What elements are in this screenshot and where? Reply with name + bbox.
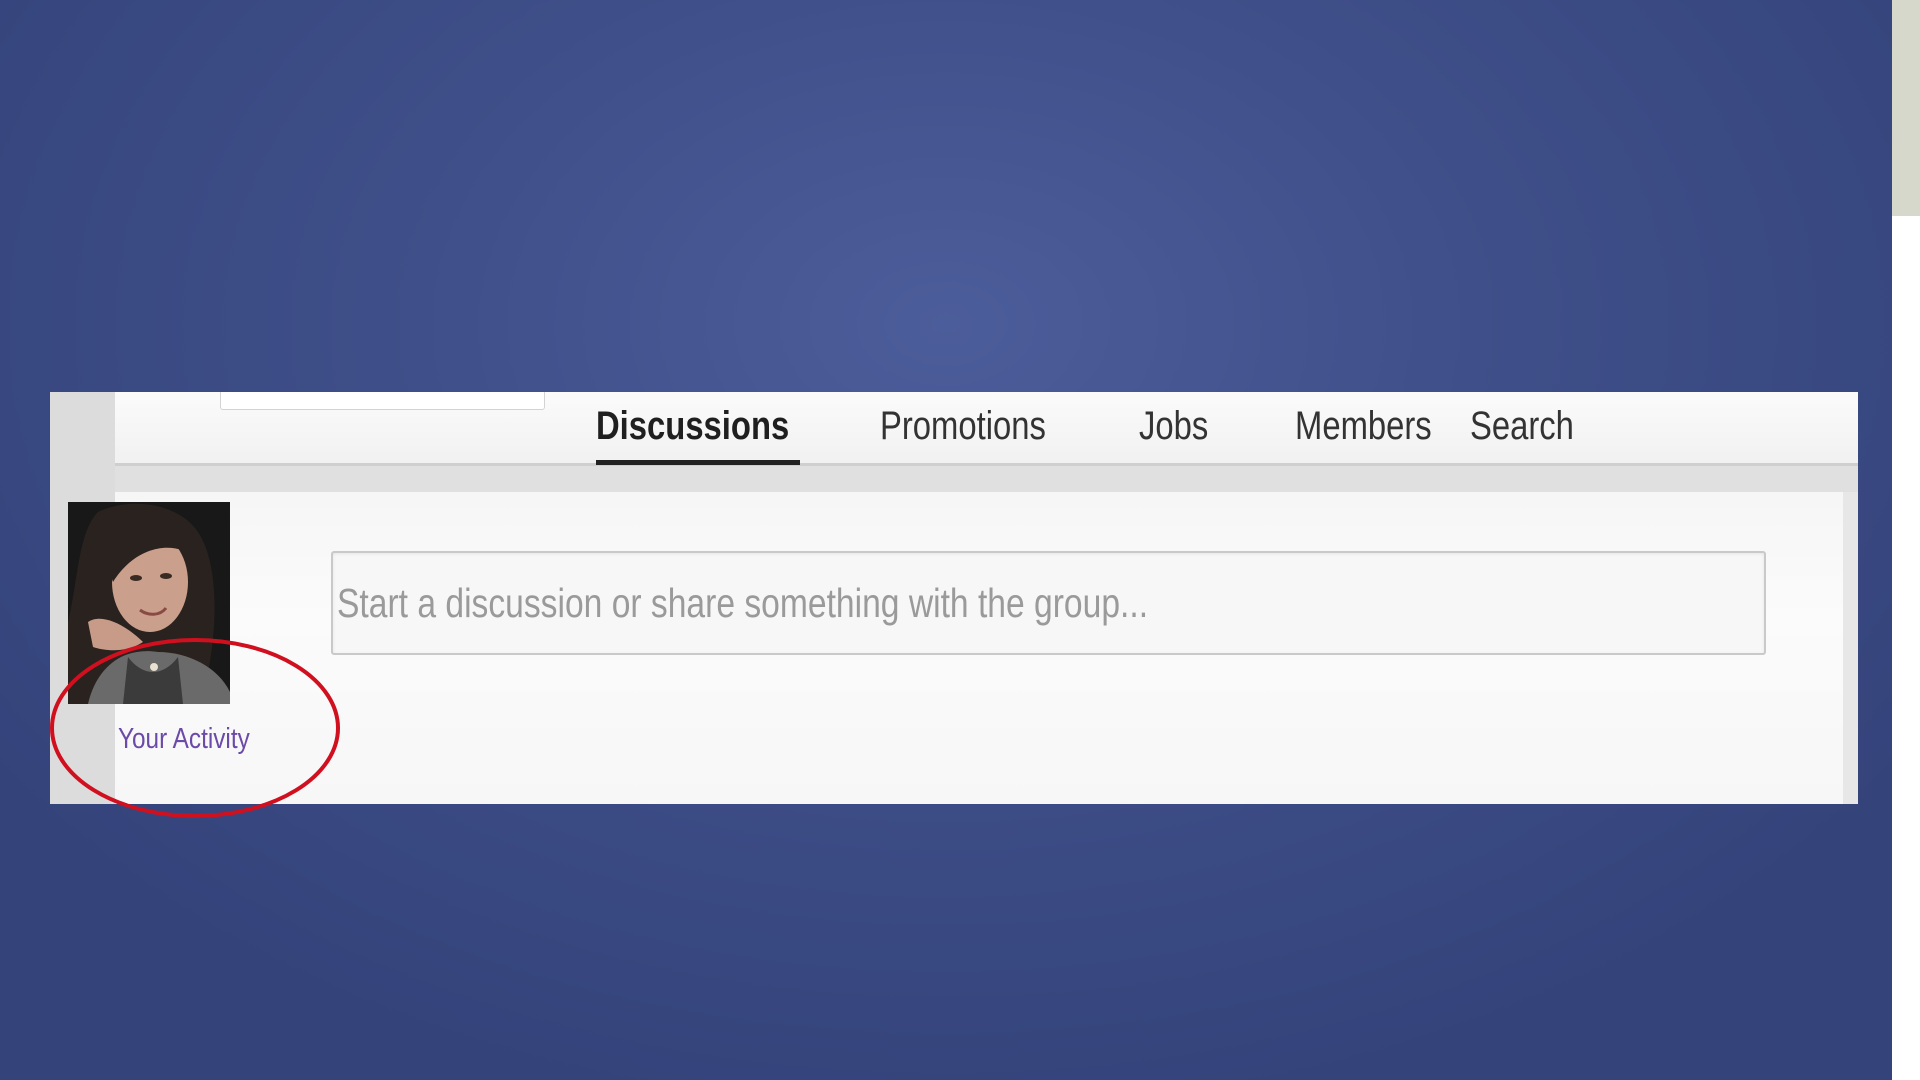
tab-jobs[interactable]: Jobs	[1139, 402, 1208, 457]
tab-promotions[interactable]: Promotions	[880, 402, 1046, 457]
discussion-input[interactable]	[331, 551, 1766, 655]
nav-search-box[interactable]	[220, 392, 545, 410]
tab-search[interactable]: Search	[1470, 402, 1574, 457]
nav-separator	[115, 466, 1858, 492]
user-photo-icon	[68, 502, 230, 704]
avatar[interactable]	[68, 502, 230, 704]
tab-discussions[interactable]: Discussions	[596, 402, 789, 457]
tab-members[interactable]: Members	[1295, 402, 1432, 457]
scrollbar-thumb[interactable]	[1892, 0, 1920, 216]
active-tab-indicator	[596, 460, 800, 465]
your-activity-link[interactable]: Your Activity	[118, 722, 250, 756]
